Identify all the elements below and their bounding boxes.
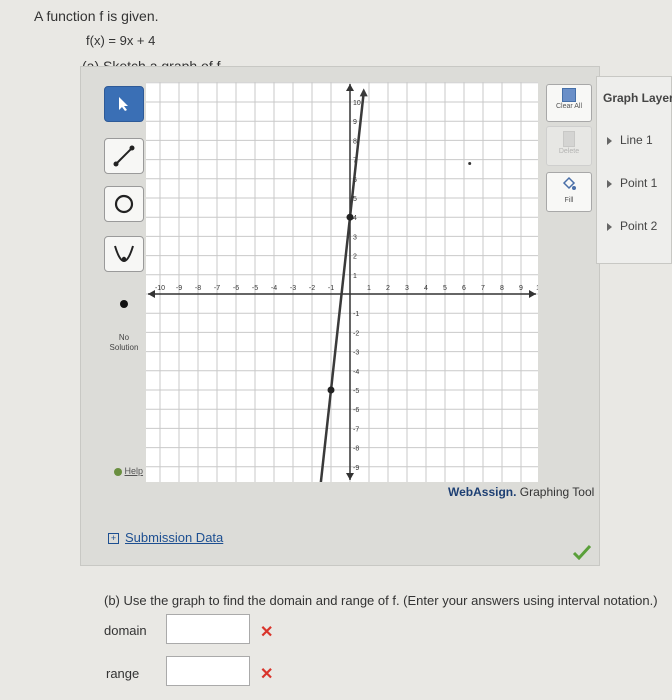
- graph-layers-title: Graph Layers: [603, 91, 672, 105]
- y-tick-label: -8: [353, 446, 359, 453]
- layer-item-point-1[interactable]: Point 1: [607, 176, 657, 190]
- y-tick-label: -2: [353, 330, 359, 337]
- submission-data-toggle[interactable]: + Submission Data: [108, 530, 223, 545]
- y-tick-label: -6: [353, 407, 359, 414]
- range-label: range: [106, 666, 140, 681]
- domain-input[interactable]: [166, 614, 250, 644]
- webassign-brand: WebAssign. Graphing Tool: [448, 485, 594, 499]
- y-tick-label: 8: [353, 138, 357, 145]
- help-icon: [114, 467, 122, 476]
- clear-all-icon: [562, 88, 576, 102]
- y-tick-label: -1: [353, 311, 359, 318]
- y-tick-label: 2: [353, 254, 357, 261]
- help-link[interactable]: Help: [114, 466, 143, 476]
- circle-icon: [114, 194, 134, 214]
- stray-dot: [468, 161, 472, 165]
- layer-label: Line 1: [620, 133, 653, 147]
- domain-label: domain: [104, 623, 147, 638]
- x-tick-label: -5: [252, 285, 258, 292]
- clear-all-button[interactable]: Clear All: [546, 84, 592, 122]
- no-solution-line-1: No: [118, 333, 130, 342]
- layer-label: Point 2: [620, 219, 658, 233]
- x-tick-label: -6: [233, 285, 239, 292]
- circle-tool-button[interactable]: [104, 186, 144, 222]
- y-tick-label: 3: [353, 234, 357, 241]
- brand-name: WebAssign.: [448, 485, 517, 499]
- x-tick-label: 3: [405, 285, 409, 292]
- graph-point-2: [327, 386, 335, 394]
- y-tick-label: -4: [353, 369, 359, 376]
- delete-button[interactable]: Delete: [546, 126, 592, 166]
- y-tick-label: -3: [353, 350, 359, 357]
- expand-triangle-icon: [607, 179, 612, 188]
- x-tick-label: -1: [328, 285, 334, 292]
- x-tick-label: -7: [214, 285, 220, 292]
- x-tick-label: -10: [155, 285, 165, 292]
- part-b-prompt: (b) Use the graph to find the domain and…: [104, 593, 658, 608]
- y-tick-label: -9: [353, 465, 359, 472]
- y-tick-label: 5: [353, 196, 357, 203]
- layer-label: Point 1: [620, 176, 658, 190]
- expand-triangle-icon: [607, 136, 612, 145]
- x-tick-label: 9: [519, 285, 523, 292]
- y-tick-label: 10: [353, 100, 361, 107]
- x-tick-label: -2: [309, 285, 315, 292]
- parabola-icon: [114, 245, 134, 262]
- pointer-tool-button[interactable]: [104, 86, 144, 122]
- x-tick-label: 8: [500, 285, 504, 292]
- y-tick-label: 4: [353, 215, 357, 222]
- layer-item-point-2[interactable]: Point 2: [607, 219, 657, 233]
- graph-layers-panel: Graph Layers Line 1 Point 1 Point 2: [596, 76, 672, 264]
- point-dot-icon: [120, 300, 128, 308]
- clear-all-label: Clear All: [555, 103, 583, 110]
- incorrect-x-icon: ✕: [260, 666, 274, 683]
- x-tick-label: 2: [386, 285, 390, 292]
- range-input[interactable]: [166, 656, 250, 686]
- graph-canvas[interactable]: -10-9-8-7-6-5-4-3-2-112345678910 1098765…: [146, 82, 538, 482]
- x-tick-label: -4: [271, 285, 277, 292]
- x-tick-label: 4: [424, 285, 428, 292]
- x-tick-label: 10: [536, 285, 538, 292]
- cursor-arrow-icon: [119, 97, 128, 111]
- graph-point-1: [346, 213, 354, 221]
- x-tick-label: 6: [462, 285, 466, 292]
- fill-label: Fill: [564, 197, 574, 204]
- delete-label: Delete: [558, 148, 580, 155]
- no-solution-button[interactable]: No Solution: [104, 326, 144, 360]
- y-tick-label: 1: [353, 273, 357, 280]
- x-tick-label: 7: [481, 285, 485, 292]
- x-tick-label: -9: [176, 285, 182, 292]
- correct-checkmark-icon: [572, 544, 592, 560]
- x-tick-label: 5: [443, 285, 447, 292]
- parabola-tool-button[interactable]: [104, 236, 144, 272]
- expand-plus-icon: +: [108, 533, 119, 545]
- tool-palette: No Solution Help: [100, 86, 146, 486]
- x-tick-label: 1: [367, 285, 371, 292]
- line-tool-button[interactable]: [104, 138, 144, 174]
- question-intro: A function f is given.: [34, 8, 159, 24]
- brand-suffix: Graphing Tool: [516, 485, 595, 499]
- y-tick-label: -7: [353, 426, 359, 433]
- x-tick-label: -3: [290, 285, 296, 292]
- no-solution-line-2: Solution: [109, 343, 139, 352]
- help-label: Help: [124, 466, 144, 476]
- trash-icon: [563, 131, 575, 147]
- fill-button[interactable]: Fill: [546, 172, 592, 212]
- incorrect-x-icon: ✕: [260, 624, 274, 641]
- paint-bucket-icon: [562, 176, 576, 190]
- expand-triangle-icon: [607, 222, 612, 231]
- x-tick-label: -8: [195, 285, 201, 292]
- layer-item-line-1[interactable]: Line 1: [607, 133, 653, 147]
- function-definition: f(x) = 9x + 4: [86, 33, 156, 48]
- point-tool-button[interactable]: [104, 286, 144, 322]
- y-tick-label: -5: [353, 388, 359, 395]
- y-tick-label: 9: [353, 119, 357, 126]
- submission-data-label: Submission Data: [125, 530, 224, 545]
- line-segment-icon: [113, 145, 135, 167]
